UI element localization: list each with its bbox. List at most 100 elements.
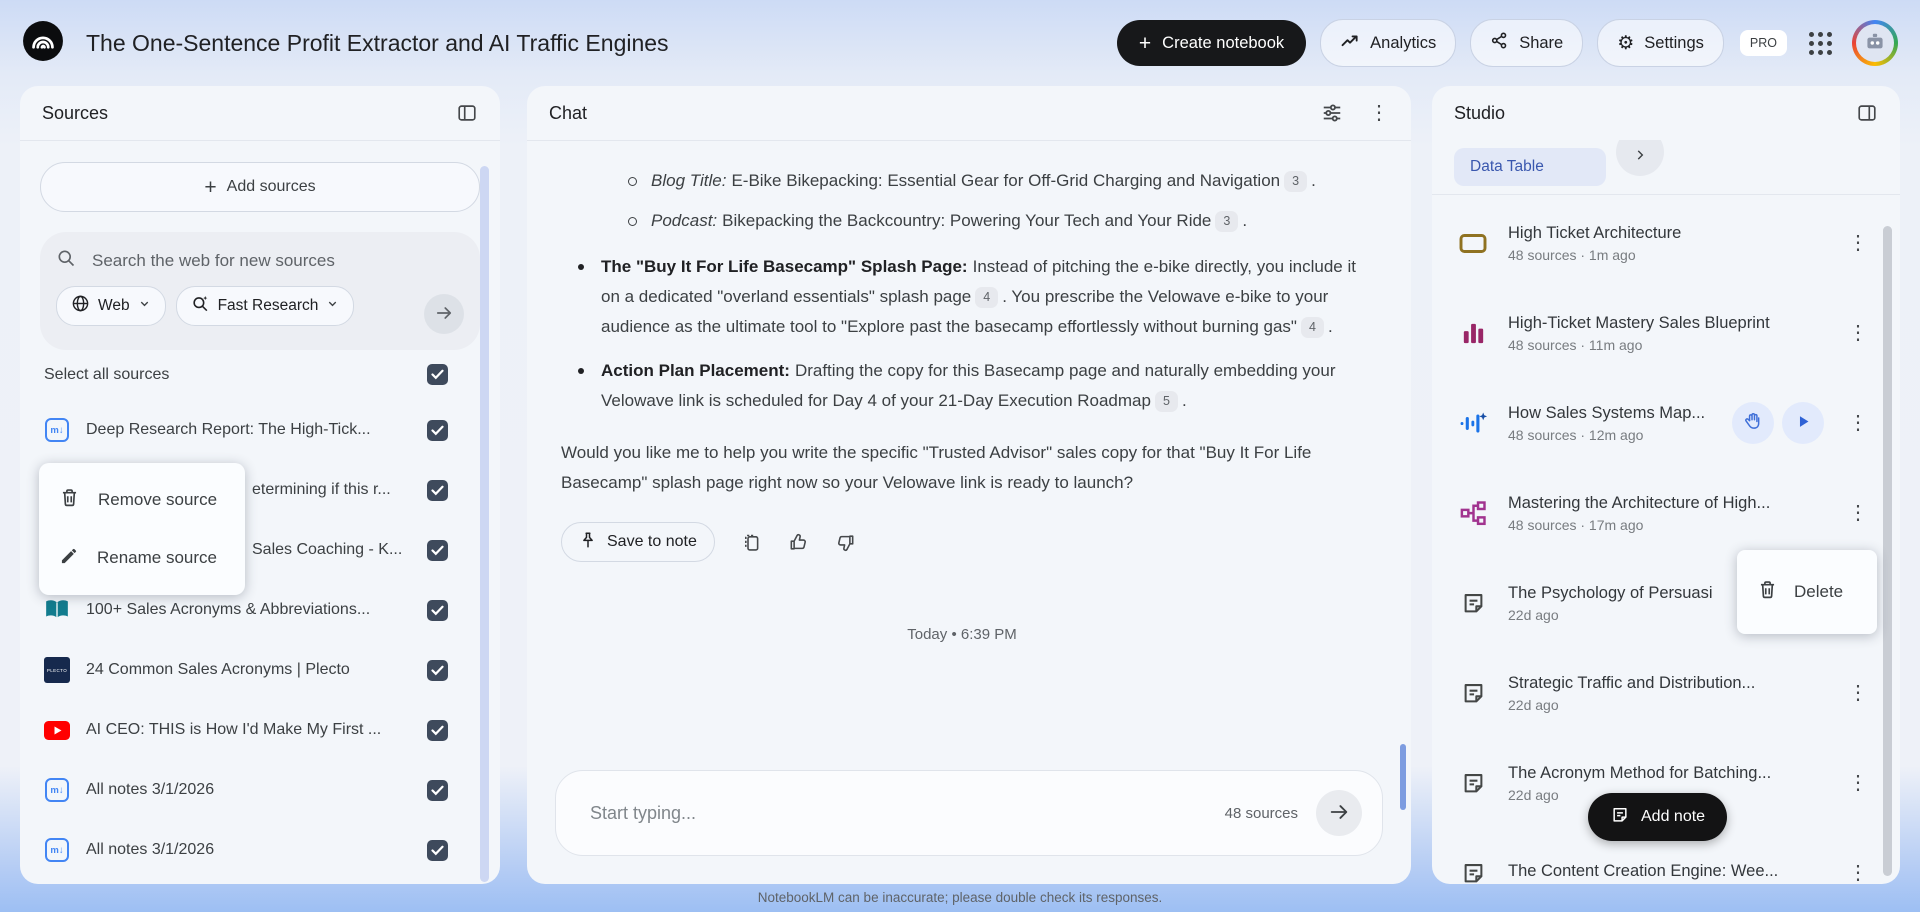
source-checkbox[interactable] [427,719,448,741]
collapse-studio-panel-icon[interactable] [1856,102,1878,124]
chevron-down-icon [138,297,151,315]
research-mode-dropdown[interactable]: Fast Research [175,286,355,326]
add-sources-button[interactable]: + Add sources [40,162,480,212]
notebooklm-logo-icon[interactable] [22,20,64,67]
chat-settings-tune-icon[interactable] [1321,102,1343,124]
search-icon [56,248,76,273]
source-checkbox[interactable] [427,419,448,441]
select-all-label: Select all sources [44,365,170,383]
source-checkbox[interactable] [427,599,448,621]
add-note-button[interactable]: Add note [1588,793,1728,841]
markdown-source-icon: m↓ [44,778,70,802]
bullet-label: Podcast: [651,211,718,230]
source-row[interactable]: PLECTO 24 Common Sales Acronyms | Plecto [20,640,500,700]
chat-more-menu-icon[interactable]: ⋮ [1369,103,1389,123]
account-avatar[interactable] [1852,20,1898,66]
arrow-right-icon [1328,801,1350,826]
studio-item-title: How Sales Systems Map... [1508,403,1706,422]
mind-map-icon [1454,498,1492,529]
chat-sub-bullet: Podcast: Bikepacking the Backcountry: Pow… [625,206,1363,236]
source-row[interactable]: m↓ Deep Research Report: The High-Tick..… [20,400,500,460]
source-title: AI CEO: THIS is How I'd Make My First ..… [86,721,382,738]
studio-item[interactable]: Mastering the Architecture of High... 48… [1432,468,1900,558]
select-all-checkbox[interactable] [427,364,448,385]
source-checkbox[interactable] [427,539,448,561]
item-more-menu-icon[interactable]: ⋮ [1844,503,1872,523]
studio-filter-chips: Data Table [1432,140,1900,195]
source-title: 100+ Sales Acronyms & Abbreviations... [86,601,371,618]
source-checkbox[interactable] [427,839,448,861]
studio-scrollbar[interactable] [1883,226,1892,876]
source-checkbox[interactable] [427,779,448,801]
item-more-menu-icon[interactable]: ⋮ [1844,323,1872,343]
citation-chip[interactable]: 4 [975,287,999,308]
chat-scrollbar[interactable] [1400,744,1406,810]
item-more-menu-icon[interactable]: ⋮ [1844,683,1872,703]
sources-title: Sources [42,102,109,123]
search-submit-button[interactable] [424,294,464,334]
chat-input[interactable] [588,801,1207,825]
web-source-dropdown[interactable]: Web [56,286,166,326]
chat-panel: Chat ⋮ Blog Title: E-Bike Bikepacking: Es… [527,86,1411,884]
source-row[interactable]: AI CEO: THIS is How I'd Make My First ..… [20,700,500,760]
bullet-label: Action Plan Placement: [601,361,790,380]
youtube-icon [44,720,70,740]
chips-scroll-right-button[interactable] [1616,140,1664,176]
item-more-menu-icon[interactable]: ⋮ [1844,233,1872,253]
thumbs-up-icon[interactable] [788,532,809,553]
interactive-mode-button[interactable] [1732,402,1774,444]
data-table-chip[interactable]: Data Table [1454,148,1606,186]
item-more-menu-icon[interactable]: ⋮ [1844,413,1872,433]
studio-item-context-menu[interactable]: Delete [1737,550,1877,634]
pencil-icon [59,546,79,571]
share-label: Share [1519,33,1564,52]
source-checkbox[interactable] [427,479,448,501]
collapse-sources-panel-icon[interactable] [456,102,478,124]
plecto-favicon: PLECTO [44,657,70,683]
send-message-button[interactable] [1316,790,1362,836]
studio-item[interactable]: High-Ticket Mastery Sales Blueprint 48 s… [1432,288,1900,378]
copy-icon[interactable] [741,532,762,553]
chat-closing-question: Would you like me to help you write the … [561,443,1312,492]
note-icon [1610,805,1630,830]
studio-artifact-list: High Ticket Architecture 48 sources · 1m… [1432,198,1900,884]
flashcards-icon [1454,230,1492,257]
source-checkbox[interactable] [427,659,448,681]
sources-scrollbar[interactable] [480,166,489,882]
google-apps-grid-icon[interactable] [1809,31,1832,55]
studio-item-meta: 48 sources · 12m ago [1508,426,1644,443]
chat-main-bullet: Action Plan Placement: Drafting the copy … [575,356,1363,416]
bullet-label: The "Buy It For Life Basecamp" Splash Pa… [601,257,968,276]
bullet-tail: . [1181,391,1187,410]
chat-response-actions: Save to note [561,522,1363,562]
play-audio-button[interactable] [1782,402,1824,444]
save-to-note-button[interactable]: Save to note [561,522,715,562]
citation-chip[interactable]: 3 [1284,171,1308,192]
rename-source-menu-item[interactable]: Rename source [39,529,245,587]
chevron-down-icon [326,297,339,315]
studio-item[interactable]: How Sales Systems Map... 48 sources · 12… [1432,378,1900,468]
share-button[interactable]: Share [1470,19,1584,67]
citation-chip[interactable]: 4 [1300,317,1324,338]
item-more-menu-icon[interactable]: ⋮ [1844,863,1872,883]
source-row[interactable]: m↓ All notes 3/1/2026 [20,760,500,820]
research-chip-label: Fast Research [217,297,319,314]
research-sparkle-icon [191,294,210,318]
item-more-menu-icon[interactable]: ⋮ [1844,773,1872,793]
chat-timestamp: Today • 6:39 PM [907,626,1017,643]
thumbs-down-icon[interactable] [835,532,856,553]
studio-item[interactable]: Strategic Traffic and Distribution... 22… [1432,648,1900,738]
create-notebook-button[interactable]: + Create notebook [1116,20,1307,66]
plus-icon: + [1138,31,1152,55]
notebook-title[interactable]: The One-Sentence Profit Extractor and AI… [86,30,669,57]
bullet-tail: . [1311,171,1316,190]
settings-button[interactable]: ⚙ Settings [1597,19,1724,67]
remove-source-menu-item[interactable]: Remove source [39,471,245,529]
citation-chip[interactable]: 3 [1215,211,1239,232]
source-row[interactable]: m↓ All notes 3/1/2026 [20,820,500,880]
analytics-button[interactable]: Analytics [1320,19,1457,67]
search-input[interactable] [90,249,464,272]
citation-chip[interactable]: 5 [1154,391,1178,412]
chat-main-bullet: The "Buy It For Life Basecamp" Splash Pa… [575,252,1363,342]
studio-item[interactable]: High Ticket Architecture 48 sources · 1m… [1432,198,1900,288]
